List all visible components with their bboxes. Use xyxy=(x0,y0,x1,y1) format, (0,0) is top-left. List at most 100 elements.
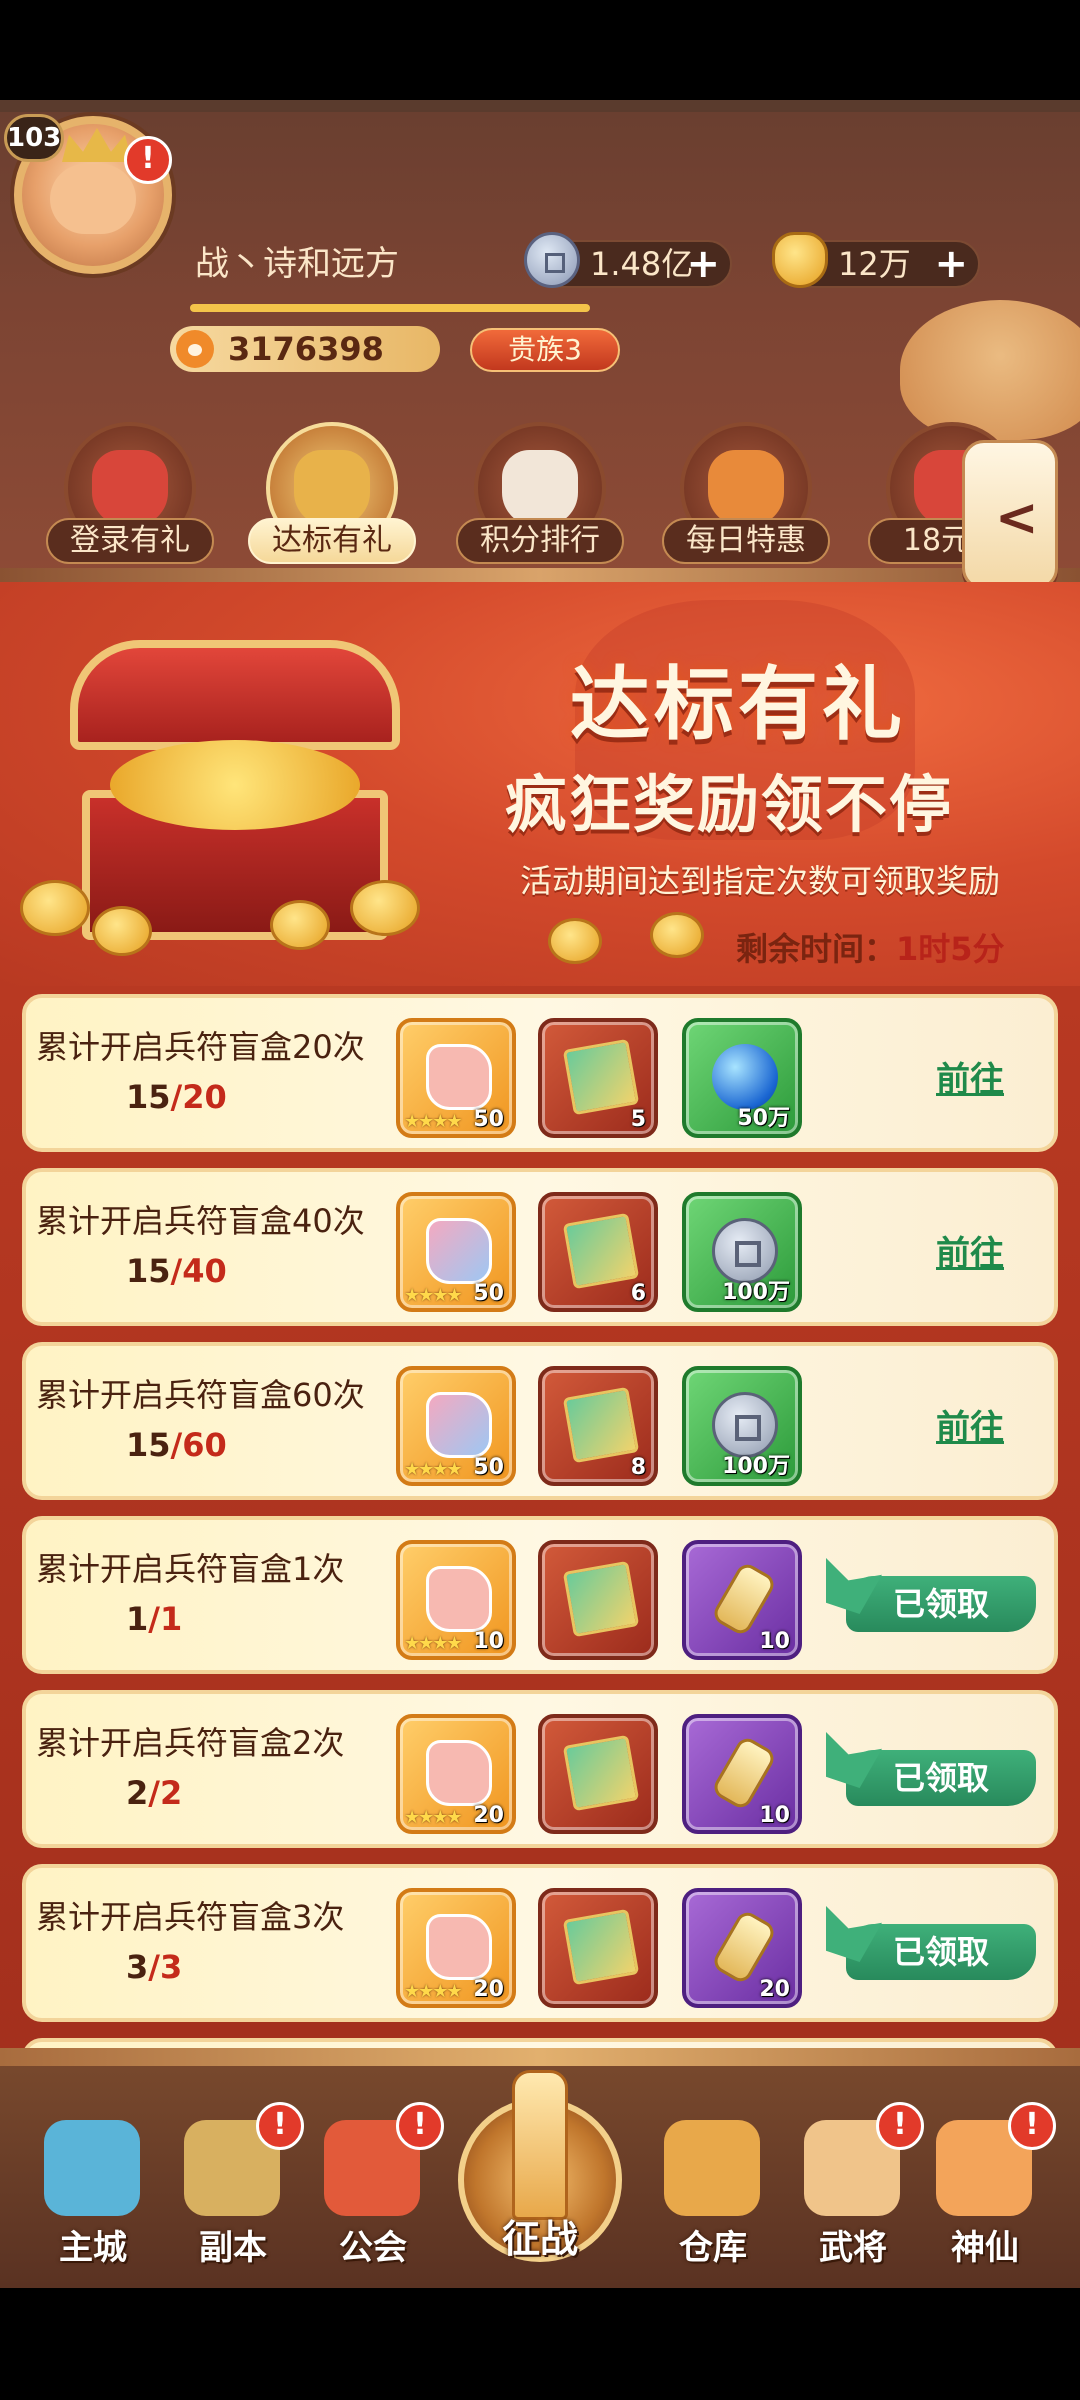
nav-item-2[interactable]: 公会! xyxy=(308,2102,444,2268)
noble-badge[interactable]: 贵族3 xyxy=(470,328,620,372)
power-value: 3176398 xyxy=(228,330,384,368)
task-title: 累计开启兵符盲盒2次 xyxy=(36,1724,345,1762)
player-name: 战丶诗和远方 xyxy=(195,244,399,284)
add-gold-button[interactable]: + xyxy=(934,242,968,286)
reward-item[interactable]: 100万 xyxy=(682,1366,802,1486)
reward-quantity: 50 xyxy=(473,1281,504,1306)
reward-item[interactable]: ★★★★ 50 xyxy=(396,1192,516,1312)
go-button[interactable]: 前往 xyxy=(936,1400,1056,1449)
avatar-alert-icon: ! xyxy=(124,136,172,184)
alert-icon: ! xyxy=(1008,2102,1056,2150)
tab-label: 达标有礼 xyxy=(248,518,416,564)
treasure-chest-icon xyxy=(294,450,370,526)
reward-quantity: 8 xyxy=(630,1455,646,1480)
nav-campaign[interactable]: 征战 xyxy=(458,2070,622,2270)
task-progress: 15/40 xyxy=(126,1252,227,1290)
exp-bar-fill xyxy=(190,304,590,312)
puzzle-icon xyxy=(426,1566,492,1632)
reward-item[interactable]: ★★★★ 50 xyxy=(396,1366,516,1486)
treasure-box-icon xyxy=(562,1038,640,1116)
remaining-time-value: 1时5分 xyxy=(896,930,1005,968)
go-button[interactable]: 前往 xyxy=(936,1052,1056,1101)
nav-item-4[interactable]: 仓库 xyxy=(648,2120,778,2268)
reward-item[interactable] xyxy=(538,1888,658,2008)
go-button[interactable]: 前往 xyxy=(936,1226,1056,1275)
treasure-box-icon xyxy=(562,1212,640,1290)
gold-ingot-icon xyxy=(772,232,828,288)
task-progress-total: /20 xyxy=(170,1078,227,1116)
task-row xyxy=(22,2038,1058,2048)
reward-item[interactable]: 50万 xyxy=(682,1018,802,1138)
star-rating: ★★★★ xyxy=(404,1807,463,1828)
tab-1[interactable]: 达标有礼 xyxy=(248,412,416,582)
storage-bag-icon xyxy=(664,2120,760,2216)
task-progress-current: 1 xyxy=(126,1600,149,1638)
task-list[interactable]: 累计开启兵符盲盒20次 15/20 ★★★★ 50 5 50万 前往 累计开启兵符盲盒40次 1… xyxy=(0,986,1080,2048)
reward-quantity: 5 xyxy=(630,1107,646,1132)
nav-label: 仓库 xyxy=(679,2228,747,2268)
gold-currency[interactable]: 12万 + xyxy=(772,232,980,288)
treasure-box-icon xyxy=(562,1908,640,1986)
gold-coin-icon xyxy=(548,918,602,964)
puzzle-icon xyxy=(426,1392,492,1458)
task-progress-current: 3 xyxy=(126,1948,149,1986)
task-title: 累计开启兵符盲盒40次 xyxy=(36,1202,365,1240)
reward-quantity: 10 xyxy=(759,1629,790,1654)
alert-icon: ! xyxy=(256,2102,304,2150)
gold-amount: 12万 xyxy=(838,245,911,283)
reward-item[interactable]: 10 xyxy=(682,1540,802,1660)
task-row: 累计开启兵符盲盒60次 15/60 ★★★★ 50 8 100万 前往 xyxy=(22,1342,1058,1500)
chest-lid xyxy=(70,640,400,750)
claimed-button: 已领取 xyxy=(846,1576,1036,1632)
reward-item[interactable]: ★★★★ 20 xyxy=(396,1888,516,2008)
reward-item[interactable]: 6 xyxy=(538,1192,658,1312)
avatar-face xyxy=(50,164,136,234)
reward-item[interactable] xyxy=(538,1714,658,1834)
add-silver-button[interactable]: + xyxy=(686,242,720,286)
task-title: 累计开启兵符盲盒20次 xyxy=(36,1028,365,1066)
task-title: 累计开启兵符盲盒3次 xyxy=(36,1898,345,1936)
puzzle-icon xyxy=(426,1218,492,1284)
silver-amount: 1.48亿 xyxy=(590,245,694,283)
money-bag-icon xyxy=(708,450,784,526)
task-progress-total: /60 xyxy=(170,1426,227,1464)
reward-item[interactable]: ★★★★ 50 xyxy=(396,1018,516,1138)
collapse-panel-button[interactable]: < xyxy=(962,440,1058,590)
treasure-box-icon xyxy=(562,1734,640,1812)
status-bar-area xyxy=(0,0,1080,100)
reward-item[interactable]: 100万 xyxy=(682,1192,802,1312)
tab-2[interactable]: 积分排行 xyxy=(456,412,624,582)
campaign-tower-icon xyxy=(512,2070,568,2220)
task-progress-current: 2 xyxy=(126,1774,149,1812)
level-badge: 103 xyxy=(4,114,64,162)
nav-label: 主城 xyxy=(59,2228,127,2268)
reward-item[interactable]: 8 xyxy=(538,1366,658,1486)
tab-3[interactable]: 每日特惠 xyxy=(662,412,830,582)
nav-item-1[interactable]: 副本! xyxy=(168,2102,304,2268)
scroll-icon xyxy=(710,1734,778,1812)
tab-label: 每日特惠 xyxy=(662,518,830,564)
tab-divider xyxy=(0,568,1080,582)
task-progress-current: 15 xyxy=(126,1252,171,1290)
task-progress-current: 15 xyxy=(126,1078,171,1116)
puzzle-icon xyxy=(426,1044,492,1110)
reward-item[interactable]: 10 xyxy=(682,1714,802,1834)
reward-item[interactable]: 20 xyxy=(682,1888,802,2008)
system-nav-area xyxy=(0,2288,1080,2400)
nav-item-6[interactable]: 神仙! xyxy=(920,2102,1056,2268)
tab-0[interactable]: 登录有礼 xyxy=(46,412,214,582)
reward-quantity: 100万 xyxy=(722,1280,790,1305)
reward-quantity: 50 xyxy=(473,1455,504,1480)
reward-item[interactable]: 5 xyxy=(538,1018,658,1138)
task-progress-total: /3 xyxy=(148,1948,183,1986)
reward-quantity: 100万 xyxy=(722,1454,790,1479)
treasure-box-icon xyxy=(562,1560,640,1638)
reward-item[interactable] xyxy=(538,1540,658,1660)
nav-item-0[interactable]: 主城 xyxy=(28,2120,158,2268)
silver-currency[interactable]: 1.48亿 + xyxy=(524,232,732,288)
reward-item[interactable]: ★★★★ 10 xyxy=(396,1540,516,1660)
scroll-icon xyxy=(710,1908,778,1986)
reward-item[interactable]: ★★★★ 20 xyxy=(396,1714,516,1834)
nav-item-5[interactable]: 武将! xyxy=(788,2102,924,2268)
tab-label: 积分排行 xyxy=(456,518,624,564)
